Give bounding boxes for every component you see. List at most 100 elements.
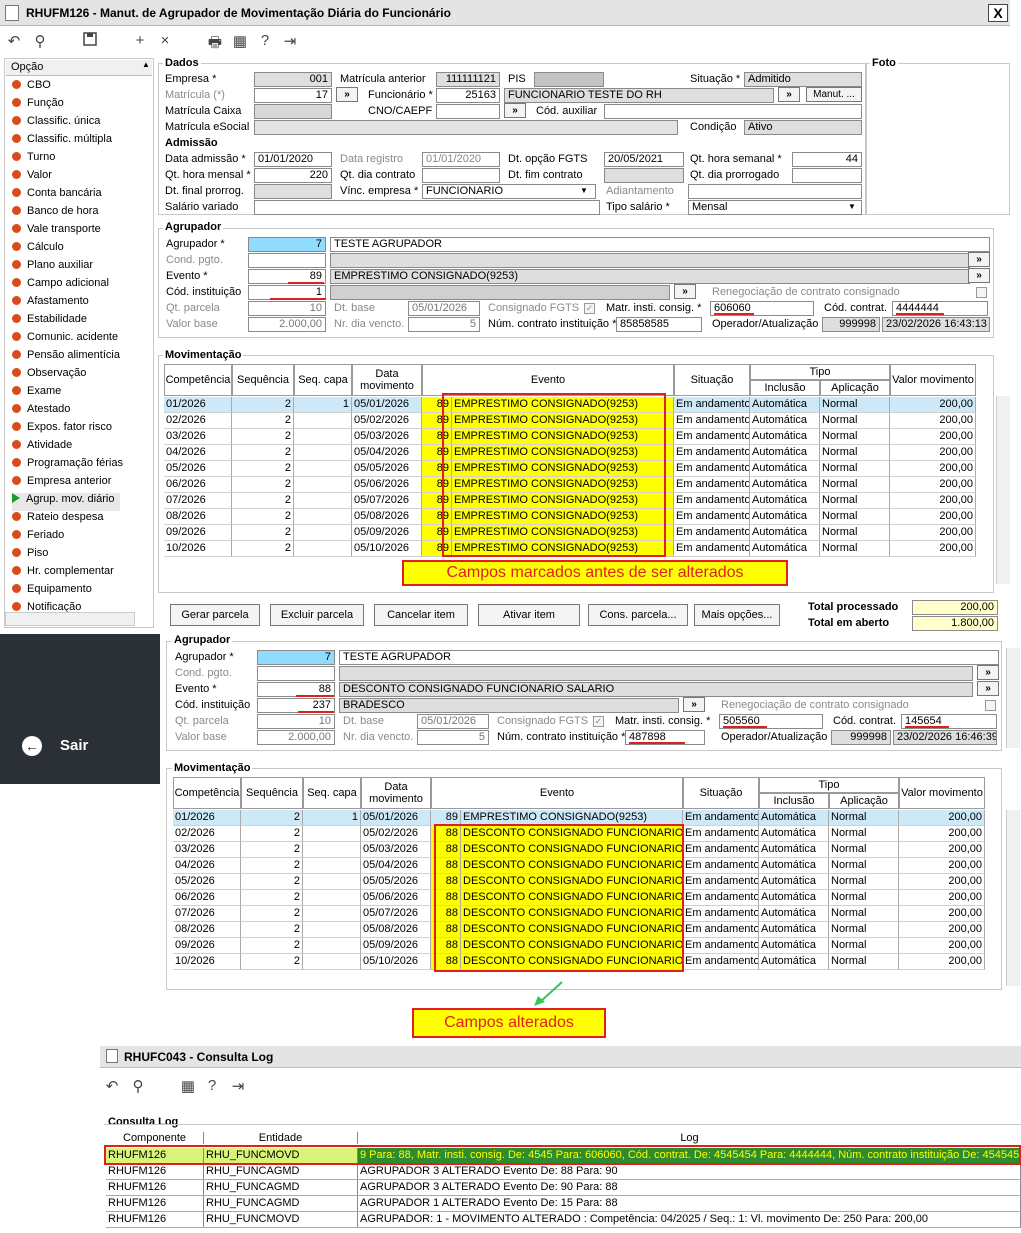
log-row[interactable]: RHUFM126 RHU_FUNCAGMD AGRUPADOR 3 ALTERADO… <box>106 1180 1021 1196</box>
help-icon[interactable]: ? <box>255 32 275 49</box>
col-seq-capa[interactable]: Seq. capa <box>303 777 361 809</box>
sidebar-item[interactable]: Conta bancária <box>12 187 102 205</box>
sidebar-item[interactable]: Estabilidade <box>12 313 87 331</box>
valor-base-field[interactable]: 2.000,00 <box>257 730 335 745</box>
sidebar-item[interactable]: Classific. única <box>12 115 100 133</box>
pis-field-redacted[interactable] <box>534 72 604 87</box>
col-valor[interactable]: Valor movimento <box>890 364 976 396</box>
cond-pgto-lookup-button[interactable]: » <box>977 665 999 680</box>
col-inclusao[interactable]: Inclusão <box>750 380 820 396</box>
cons-parcela-button[interactable]: Cons. parcela... <box>588 604 688 626</box>
print-icon[interactable]: 🖶 <box>205 32 225 57</box>
renegociacao-checkbox[interactable] <box>985 700 996 711</box>
sidebar-item[interactable]: Observação <box>12 367 86 385</box>
valor-base-field[interactable]: 2.000,00 <box>248 317 326 332</box>
delete-icon[interactable]: × <box>155 32 175 49</box>
matricula-field[interactable]: 17 <box>254 88 332 103</box>
sidebar-item[interactable]: Afastamento <box>12 295 89 313</box>
qt-dia-prorrogado-field[interactable] <box>792 168 862 183</box>
cond-pgto-lookup-button[interactable]: » <box>968 252 990 267</box>
col-sequencia[interactable]: Sequência <box>241 777 303 809</box>
cno-lookup-button[interactable]: » <box>504 103 526 118</box>
qt-dia-contrato-field[interactable] <box>422 168 500 183</box>
cod-instituicao-lookup-button[interactable]: » <box>683 697 705 712</box>
matricula-caixa-field-redacted[interactable] <box>254 104 332 119</box>
col-componente[interactable]: Componente <box>106 1132 204 1144</box>
sidebar-item[interactable]: Atividade <box>12 439 72 457</box>
col-aplicacao[interactable]: Aplicação <box>829 793 899 809</box>
cond-pgto-field[interactable] <box>257 666 335 681</box>
qt-parcela-field[interactable]: 10 <box>257 714 335 729</box>
matricula-anterior-field[interactable]: 111111121 <box>436 72 500 87</box>
back-arrow-icon[interactable]: ← <box>22 736 42 756</box>
sidebar-item[interactable]: Classific. múltipla <box>12 133 112 151</box>
excluir-parcela-button[interactable]: Excluir parcela <box>270 604 364 626</box>
sidebar-item[interactable]: Pensão alimentícia <box>12 349 120 367</box>
mais-opcoes-button[interactable]: Mais opções... <box>694 604 780 626</box>
calendar-icon[interactable]: ▦ <box>178 1077 198 1095</box>
nr-dia-vencto-field[interactable]: 5 <box>417 730 489 745</box>
nr-dia-vencto-field[interactable]: 5 <box>408 317 480 332</box>
col-situacao[interactable]: Situação <box>674 364 750 396</box>
vinc-empresa-select[interactable]: FUNCIONARIO <box>422 184 596 199</box>
manut-button[interactable]: Manut. ... <box>806 87 862 102</box>
close-button[interactable]: X <box>988 4 1008 22</box>
qt-hora-mensal-field[interactable]: 220 <box>254 168 332 183</box>
sair-button[interactable]: Sair <box>60 737 88 754</box>
undo-icon[interactable]: ↶ <box>4 32 24 50</box>
exit-icon[interactable]: ⇥ <box>228 1077 248 1095</box>
consignado-fgts-checkbox[interactable]: ✓ <box>584 303 595 314</box>
situacao-field[interactable]: Admitido <box>744 72 862 87</box>
sidebar-item[interactable]: Empresa anterior <box>12 475 111 493</box>
salario-variado-field[interactable] <box>254 200 600 215</box>
matricula-lookup-button[interactable]: » <box>336 87 358 102</box>
dt-base-field[interactable]: 05/01/2026 <box>417 714 489 729</box>
calendar-icon[interactable]: ▦ <box>230 32 250 50</box>
help-icon[interactable]: ? <box>202 1077 222 1094</box>
ativar-item-button[interactable]: Ativar item <box>478 604 580 626</box>
sidebar-item[interactable]: Agrup. mov. diário <box>12 493 120 511</box>
cancelar-item-button[interactable]: Cancelar item <box>374 604 468 626</box>
sidebar-hscrollbar[interactable] <box>5 612 135 626</box>
grid-scrollbar-after[interactable] <box>1006 810 1020 986</box>
grid-scrollbar-before[interactable] <box>996 396 1010 584</box>
empresa-field[interactable]: 001 <box>254 72 332 87</box>
sidebar-item[interactable]: Feriado <box>12 529 64 547</box>
sidebar-item[interactable]: Piso <box>12 547 48 565</box>
consignado-fgts-checkbox[interactable]: ✓ <box>593 716 604 727</box>
sidebar-item[interactable]: CBO <box>12 79 51 97</box>
sidebar-item[interactable]: Função <box>12 97 64 115</box>
col-competencia[interactable]: Competência <box>164 364 232 396</box>
col-inclusao[interactable]: Inclusão <box>759 793 829 809</box>
log-row[interactable]: RHUFM126 RHU_FUNCMOVD AGRUPADOR: 1 - MOVIM… <box>106 1212 1021 1228</box>
col-aplicacao[interactable]: Aplicação <box>820 380 890 396</box>
col-situacao[interactable]: Situação <box>683 777 759 809</box>
col-data-mov[interactable]: Data movimento <box>352 364 422 396</box>
matricula-esocial-field-redacted[interactable] <box>254 120 678 135</box>
search-icon[interactable]: ⚲ <box>30 32 50 50</box>
cno-field[interactable] <box>436 104 500 119</box>
agrupador-field[interactable]: 7 <box>257 650 335 665</box>
log-row[interactable]: RHUFM126 RHU_FUNCAGMD AGRUPADOR 3 ALTERADO… <box>106 1164 1021 1180</box>
dt-fim-contrato-field[interactable] <box>604 168 684 183</box>
col-evento[interactable]: Evento <box>422 364 674 396</box>
condicao-field[interactable]: Ativo <box>744 120 862 135</box>
col-data-mov[interactable]: Data movimento <box>361 777 431 809</box>
num-contrato-inst-field[interactable]: 85858585 <box>616 317 702 332</box>
qt-parcela-field[interactable]: 10 <box>248 301 326 316</box>
col-evento[interactable]: Evento <box>431 777 683 809</box>
sidebar-item[interactable]: Comunic. acidente <box>12 331 118 349</box>
sidebar-item[interactable]: Programação férias <box>12 457 123 475</box>
cond-pgto-field[interactable] <box>248 253 326 268</box>
sidebar-item[interactable]: Valor <box>12 169 52 187</box>
funcionario-field[interactable]: 25163 <box>436 88 500 103</box>
evento-lookup-button[interactable]: » <box>977 681 999 696</box>
tipo-salario-select[interactable]: Mensal <box>688 200 862 215</box>
cod-instituicao-lookup-button[interactable]: » <box>674 284 696 299</box>
sidebar-item[interactable]: Equipamento <box>12 583 92 601</box>
save-icon[interactable] <box>80 32 100 50</box>
log-row[interactable]: RHUFM126 RHU_FUNCAGMD AGRUPADOR 1 ALTERADO… <box>106 1196 1021 1212</box>
sidebar-item[interactable]: Cálculo <box>12 241 64 259</box>
sidebar-item[interactable]: Rateio despesa <box>12 511 103 529</box>
sidebar-item[interactable]: Hr. complementar <box>12 565 114 583</box>
